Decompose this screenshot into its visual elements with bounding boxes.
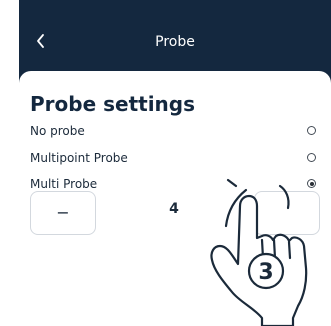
option-no-probe[interactable]: No probe [30, 121, 320, 143]
settings-panel: Probe settings No probe Multipoint Probe… [19, 71, 331, 326]
app-screen: Probe Probe settings No probe Multipoint… [19, 0, 331, 326]
radio-button-selected[interactable] [307, 179, 316, 188]
option-multipoint-probe[interactable]: Multipoint Probe [30, 148, 320, 170]
decrement-button[interactable]: − [30, 191, 96, 235]
radio-button[interactable] [307, 126, 316, 135]
screenshot-frame: Probe Probe settings No probe Multipoint… [0, 0, 331, 326]
page-title: Probe [155, 34, 195, 50]
option-label: Multi Probe [30, 177, 98, 191]
increment-button[interactable] [254, 191, 320, 235]
stepper-value: 4 [169, 201, 179, 217]
option-label: Multipoint Probe [30, 151, 128, 165]
radio-button[interactable] [307, 153, 316, 162]
option-label: No probe [30, 124, 85, 138]
quantity-stepper: − 4 [19, 191, 331, 241]
section-title: Probe settings [30, 92, 196, 116]
top-bar: Probe [19, 0, 331, 70]
